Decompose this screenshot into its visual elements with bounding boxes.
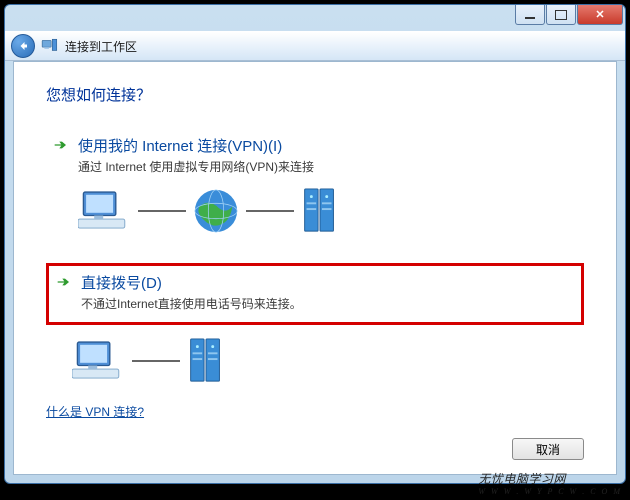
titlebar: ✕ — [5, 5, 625, 31]
page-heading: 您想如何连接？ — [46, 84, 584, 105]
back-arrow-icon — [17, 40, 29, 52]
illustration-vpn — [78, 187, 578, 235]
illustration-dial — [72, 337, 584, 385]
server-icon — [300, 187, 340, 235]
navbar: 连接到工作区 — [5, 31, 625, 61]
cancel-button[interactable]: 取消 — [512, 438, 584, 460]
arrow-right-icon — [52, 137, 68, 153]
footer: 取消 — [46, 428, 584, 460]
watermark-url: W W W . W Y P C W . C O M — [478, 487, 622, 496]
nav-title: 连接到工作区 — [65, 38, 137, 55]
content-pane: 您想如何连接？ 使用我的 Internet 连接(VPN)(I) 通过 Inte… — [13, 61, 617, 475]
back-button[interactable] — [11, 34, 35, 58]
arrow-right-icon — [55, 274, 71, 290]
computer-icon — [72, 338, 126, 384]
globe-icon — [192, 187, 240, 235]
option-title: 直接拨号(D) — [81, 272, 162, 293]
connection-line-icon — [132, 360, 180, 362]
minimize-button[interactable] — [515, 5, 545, 25]
close-button[interactable]: ✕ — [577, 5, 623, 25]
connection-line-icon — [138, 210, 186, 212]
option-vpn[interactable]: 使用我的 Internet 连接(VPN)(I) 通过 Internet 使用虚… — [46, 129, 584, 255]
option-title: 使用我的 Internet 连接(VPN)(I) — [78, 135, 282, 156]
computer-icon — [78, 188, 132, 234]
help-link-vpn[interactable]: 什么是 VPN 连接? — [46, 403, 584, 420]
option-dial-direct[interactable]: 直接拨号(D) 不通过Internet直接使用电话号码来连接。 — [46, 263, 584, 325]
connection-line-icon — [246, 210, 294, 212]
workplace-icon — [41, 37, 59, 55]
wizard-window: ✕ 连接到工作区 您想如何连接？ 使用我的 Internet 连接(VPN)(I… — [4, 4, 626, 484]
option-desc: 不通过Internet直接使用电话号码来连接。 — [81, 295, 575, 312]
option-desc: 通过 Internet 使用虚拟专用网络(VPN)来连接 — [78, 158, 578, 175]
server-icon — [186, 337, 226, 385]
maximize-button[interactable] — [546, 5, 576, 25]
